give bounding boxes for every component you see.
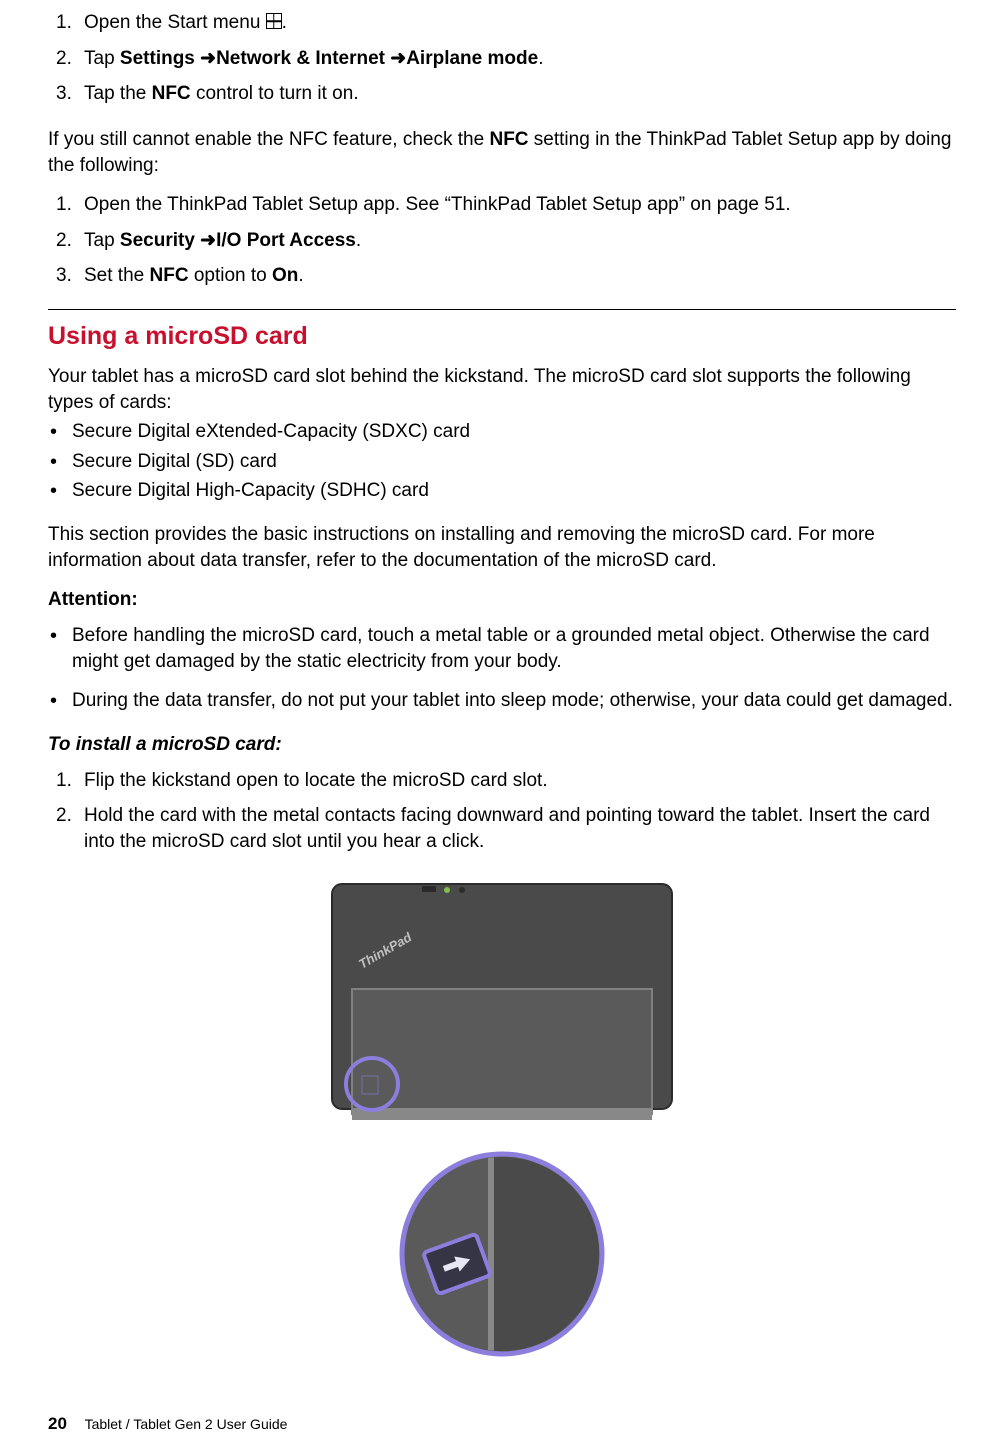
list-item: During the data transfer, do not put you… bbox=[48, 688, 956, 714]
sd-intro-paragraph: Your tablet has a microSD card slot behi… bbox=[48, 364, 956, 415]
step-tap-nfc: Tap the NFC control to turn it on. bbox=[76, 81, 956, 107]
step-tap-security: Tap SecurityI/O Port Access. bbox=[76, 228, 956, 254]
attention-label: Attention: bbox=[48, 587, 956, 613]
step-flip-kickstand: Flip the kickstand open to locate the mi… bbox=[76, 768, 956, 794]
text: Tap bbox=[84, 48, 120, 69]
step-insert-card: Hold the card with the metal contacts fa… bbox=[76, 803, 956, 854]
text: Tap the bbox=[84, 83, 152, 104]
list-item: Secure Digital eXtended-Capacity (SDXC) … bbox=[48, 419, 956, 445]
install-title: To install a microSD card: bbox=[48, 732, 956, 758]
text: control to turn it on. bbox=[191, 83, 359, 104]
bold-text: Airplane mode bbox=[385, 48, 538, 69]
nfc-enable-steps: Open the Start menu . Tap SettingsNetwor… bbox=[48, 10, 956, 107]
text: . bbox=[538, 48, 543, 69]
page-footer: 20 Tablet / Tablet Gen 2 User Guide bbox=[48, 1413, 287, 1436]
nfc-setup-steps: Open the ThinkPad Tablet Setup app. See … bbox=[48, 192, 956, 289]
start-menu-icon bbox=[266, 13, 282, 29]
tablet-illustration: ThinkPad bbox=[322, 874, 682, 1364]
text: option to bbox=[189, 265, 272, 286]
bold-text: Security bbox=[120, 230, 195, 251]
list-item: Secure Digital (SD) card bbox=[48, 449, 956, 475]
text: If you still cannot enable the NFC featu… bbox=[48, 129, 489, 150]
bold-text: Network & Internet bbox=[195, 48, 385, 69]
list-item: Before handling the microSD card, touch … bbox=[48, 623, 956, 674]
install-figure: ThinkPad bbox=[48, 874, 956, 1372]
bold-text: NFC bbox=[150, 265, 189, 286]
sd-basic-paragraph: This section provides the basic instruct… bbox=[48, 522, 956, 573]
bold-text: NFC bbox=[489, 129, 528, 150]
footer-title: Tablet / Tablet Gen 2 User Guide bbox=[85, 1416, 288, 1432]
text: Open the ThinkPad Tablet Setup app. See … bbox=[84, 194, 791, 215]
bold-text: NFC bbox=[152, 83, 191, 104]
bold-text: I/O Port Access bbox=[195, 230, 356, 251]
section-title-microsd: Using a microSD card bbox=[48, 320, 956, 354]
bold-text: On bbox=[272, 265, 298, 286]
sd-card-types-list: Secure Digital eXtended-Capacity (SDXC) … bbox=[48, 419, 956, 504]
nfc-check-paragraph: If you still cannot enable the NFC featu… bbox=[48, 127, 956, 178]
step-tap-settings: Tap SettingsNetwork & InternetAirplane m… bbox=[76, 46, 956, 72]
attention-list: Before handling the microSD card, touch … bbox=[48, 623, 956, 714]
install-steps: Flip the kickstand open to locate the mi… bbox=[48, 768, 956, 855]
text: Set the bbox=[84, 265, 150, 286]
text: . bbox=[298, 265, 303, 286]
list-item: Secure Digital High-Capacity (SDHC) card bbox=[48, 478, 956, 504]
page-number: 20 bbox=[48, 1414, 67, 1433]
section-divider bbox=[48, 309, 956, 310]
bold-text: Settings bbox=[120, 48, 195, 69]
text: Open the Start menu bbox=[84, 12, 266, 33]
step-open-start: Open the Start menu . bbox=[76, 10, 956, 36]
text: . bbox=[356, 230, 361, 251]
step-open-setup: Open the ThinkPad Tablet Setup app. See … bbox=[76, 192, 956, 218]
text: Tap bbox=[84, 230, 120, 251]
text: . bbox=[282, 12, 287, 33]
step-set-nfc-on: Set the NFC option to On. bbox=[76, 263, 956, 289]
